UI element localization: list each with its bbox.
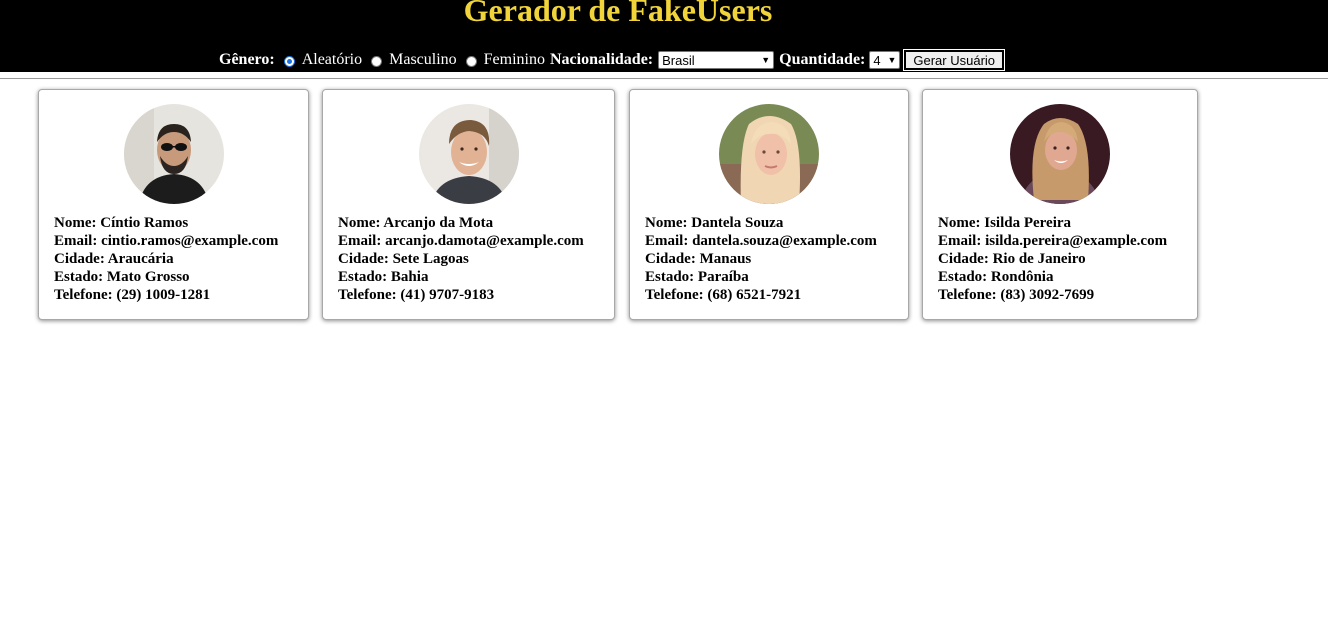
filter-controls: Gênero: Aleatório Masculino Feminino Nac… — [219, 49, 1006, 71]
quantidade-label: Quantidade: — [779, 51, 866, 68]
user-nome: Nome: Isilda Pereira — [938, 215, 1072, 231]
chevron-down-icon: ▼ — [761, 55, 771, 65]
radio-feminino-label[interactable]: Feminino — [484, 51, 545, 69]
radio-masculino-label[interactable]: Masculino — [389, 51, 457, 69]
user-email: Email: arcanjo.damota@example.com — [338, 233, 584, 249]
user-telefone: Telefone: (83) 3092-7699 — [938, 287, 1095, 303]
nacionalidade-label: Nacionalidade: — [550, 51, 654, 68]
user-estado: Estado: Rondônia — [938, 269, 1054, 285]
user-telefone: Telefone: (29) 1009-1281 — [54, 287, 211, 303]
user-email: Email: isilda.pereira@example.com — [938, 233, 1168, 249]
user-info: Nome: Dantela Souza Email: dantela.souza… — [645, 214, 877, 304]
user-email: Email: dantela.souza@example.com — [645, 233, 877, 249]
user-cidade: Cidade: Rio de Janeiro — [938, 251, 1086, 267]
chevron-down-icon: ▼ — [887, 55, 897, 65]
quantidade-value: 4 — [873, 52, 881, 68]
user-telefone: Telefone: (41) 9707-9183 — [338, 287, 495, 303]
radio-feminino[interactable] — [465, 55, 477, 67]
page-title: Gerador de FakeUsers — [463, 0, 773, 28]
genero-label: Gênero: — [219, 51, 275, 68]
user-nome: Nome: Dantela Souza — [645, 215, 784, 231]
user-estado: Estado: Paraíba — [645, 269, 749, 285]
user-card: Nome: Dantela Souza Email: dantela.souza… — [629, 89, 909, 320]
user-estado: Estado: Bahia — [338, 269, 429, 285]
radio-aleatorio[interactable] — [283, 55, 295, 67]
nacionalidade-value: Brasil — [662, 52, 695, 68]
user-cidade: Cidade: Sete Lagoas — [338, 251, 469, 267]
user-telefone: Telefone: (68) 6521-7921 — [645, 287, 802, 303]
nacionalidade-select[interactable]: Brasil ▼ — [658, 51, 775, 69]
user-info: Nome: Isilda Pereira Email: isilda.perei… — [938, 214, 1167, 304]
user-estado: Estado: Mato Grosso — [54, 269, 190, 285]
radio-masculino[interactable] — [371, 55, 383, 67]
smiling-young-man-photo — [419, 104, 519, 204]
man-with-sunglasses-photo — [124, 104, 224, 204]
user-card: Nome: Arcanjo da Mota Email: arcanjo.dam… — [322, 89, 615, 320]
user-nome: Nome: Arcanjo da Mota — [338, 215, 494, 231]
divider — [0, 78, 1328, 79]
user-email: Email: cintio.ramos@example.com — [54, 233, 279, 249]
user-cidade: Cidade: Manaus — [645, 251, 752, 267]
user-cidade: Cidade: Araucária — [54, 251, 174, 267]
user-info: Nome: Arcanjo da Mota Email: arcanjo.dam… — [338, 214, 584, 304]
header-bar: Gerador de FakeUsers Gênero: Aleatório M… — [0, 0, 1328, 72]
blonde-woman-photo — [719, 104, 819, 204]
blonde-woman-selfie-photo — [1010, 104, 1110, 204]
user-card: Nome: Cíntio Ramos Email: cintio.ramos@e… — [38, 89, 309, 320]
user-info: Nome: Cíntio Ramos Email: cintio.ramos@e… — [54, 214, 278, 304]
user-nome: Nome: Cíntio Ramos — [54, 215, 189, 231]
gerar-usuario-button[interactable]: Gerar Usuário — [903, 49, 1006, 71]
radio-aleatorio-label[interactable]: Aleatório — [302, 51, 362, 69]
quantidade-select[interactable]: 4 ▼ — [869, 51, 901, 69]
user-card: Nome: Isilda Pereira Email: isilda.perei… — [922, 89, 1198, 320]
